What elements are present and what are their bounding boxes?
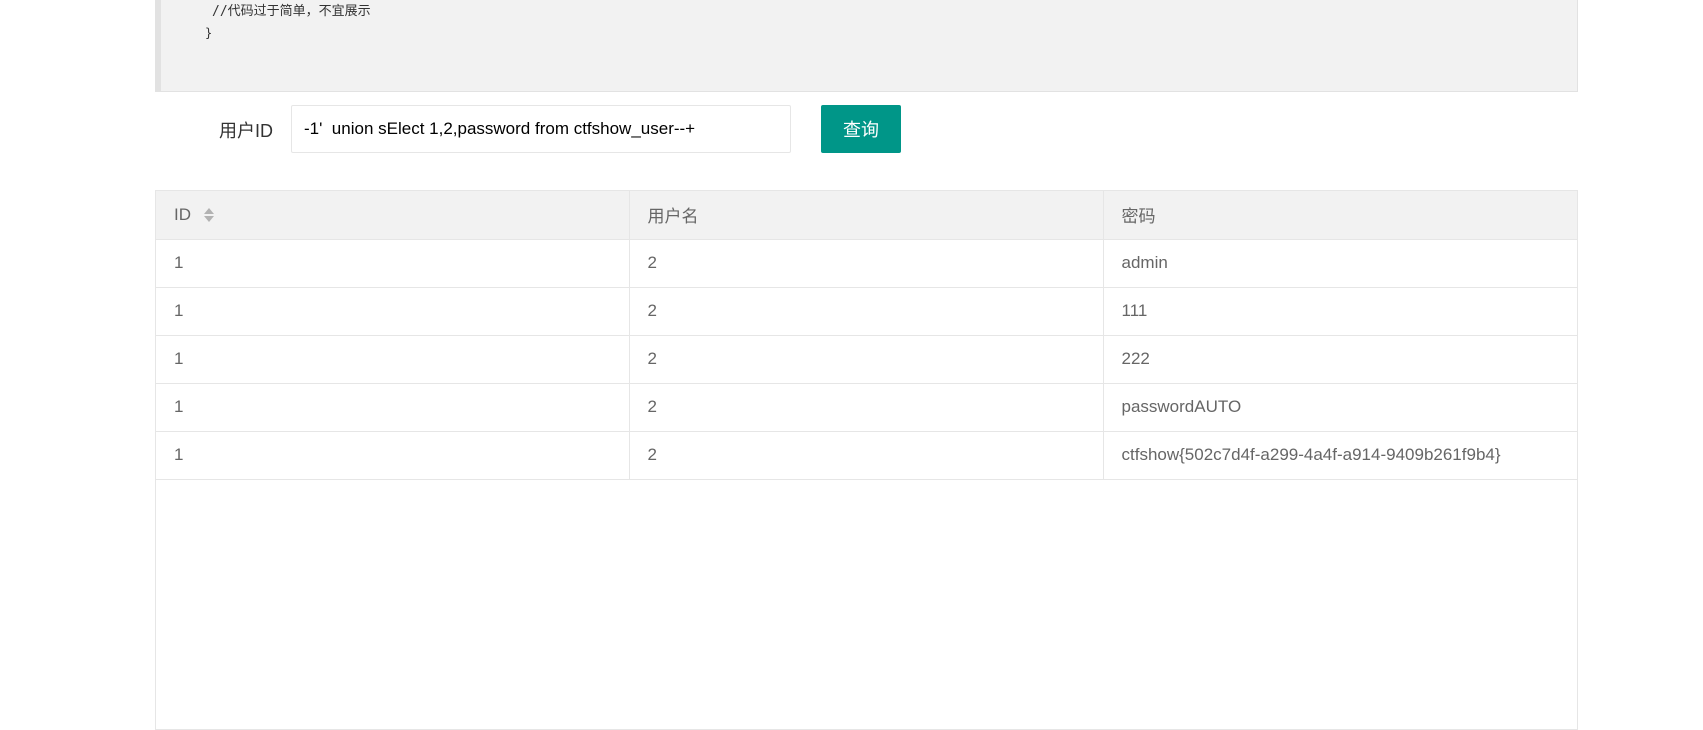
results-table: ID 用户名 密码 1 2 admin 1 2 111 1 2 222 1 2 … (156, 191, 1577, 480)
column-header-label: 用户名 (647, 207, 699, 227)
table-cell-id: 1 (156, 239, 630, 288)
sort-ascending-icon[interactable] (203, 208, 214, 215)
table-cell-id: 1 (156, 287, 630, 336)
table-cell-username: 2 (629, 239, 1104, 288)
query-button[interactable]: 查询 (821, 105, 901, 153)
code-comment: //代码过于简单，不宜展示 (212, 4, 371, 19)
sort-arrows-icon[interactable] (203, 207, 214, 223)
table-cell-id: 1 (156, 383, 630, 432)
table-row: 1 2 ctfshow{502c7d4f-a299-4a4f-a914-9409… (156, 431, 1577, 480)
user-id-input[interactable] (291, 105, 791, 153)
code-closing-brace: } (205, 26, 213, 40)
table-header: ID 用户名 密码 (156, 191, 1577, 240)
column-header-username: 用户名 (629, 191, 1104, 240)
user-id-label: 用户ID (219, 121, 273, 141)
results-table-container: ID 用户名 密码 1 2 admin 1 2 111 1 2 222 1 2 … (155, 190, 1578, 730)
column-header-label: ID (174, 204, 191, 224)
table-cell-password: passwordAUTO (1103, 383, 1577, 432)
column-header-password: 密码 (1103, 191, 1577, 240)
table-cell-id: 1 (156, 335, 630, 384)
column-header-id[interactable]: ID (156, 191, 630, 240)
table-cell-username: 2 (629, 287, 1104, 336)
column-header-label: 密码 (1121, 207, 1156, 227)
table-row: 1 2 admin (156, 239, 1577, 288)
sort-descending-icon[interactable] (203, 216, 214, 223)
table-cell-password: admin (1103, 239, 1577, 288)
code-block: //代码过于简单，不宜展示 } (155, 0, 1578, 92)
table-cell-password: 111 (1103, 287, 1577, 336)
table-cell-username: 2 (629, 431, 1104, 480)
table-cell-username: 2 (629, 335, 1104, 384)
table-header-row: ID 用户名 密码 (156, 191, 1577, 240)
table-row: 1 2 111 (156, 287, 1577, 336)
table-row: 1 2 222 (156, 335, 1577, 384)
table-row: 1 2 passwordAUTO (156, 383, 1577, 432)
table-cell-password: ctfshow{502c7d4f-a299-4a4f-a914-9409b261… (1103, 431, 1577, 480)
table-cell-password: 222 (1103, 335, 1577, 384)
table-body: 1 2 admin 1 2 111 1 2 222 1 2 passwordAU… (156, 239, 1577, 480)
table-cell-id: 1 (156, 431, 630, 480)
table-cell-username: 2 (629, 383, 1104, 432)
